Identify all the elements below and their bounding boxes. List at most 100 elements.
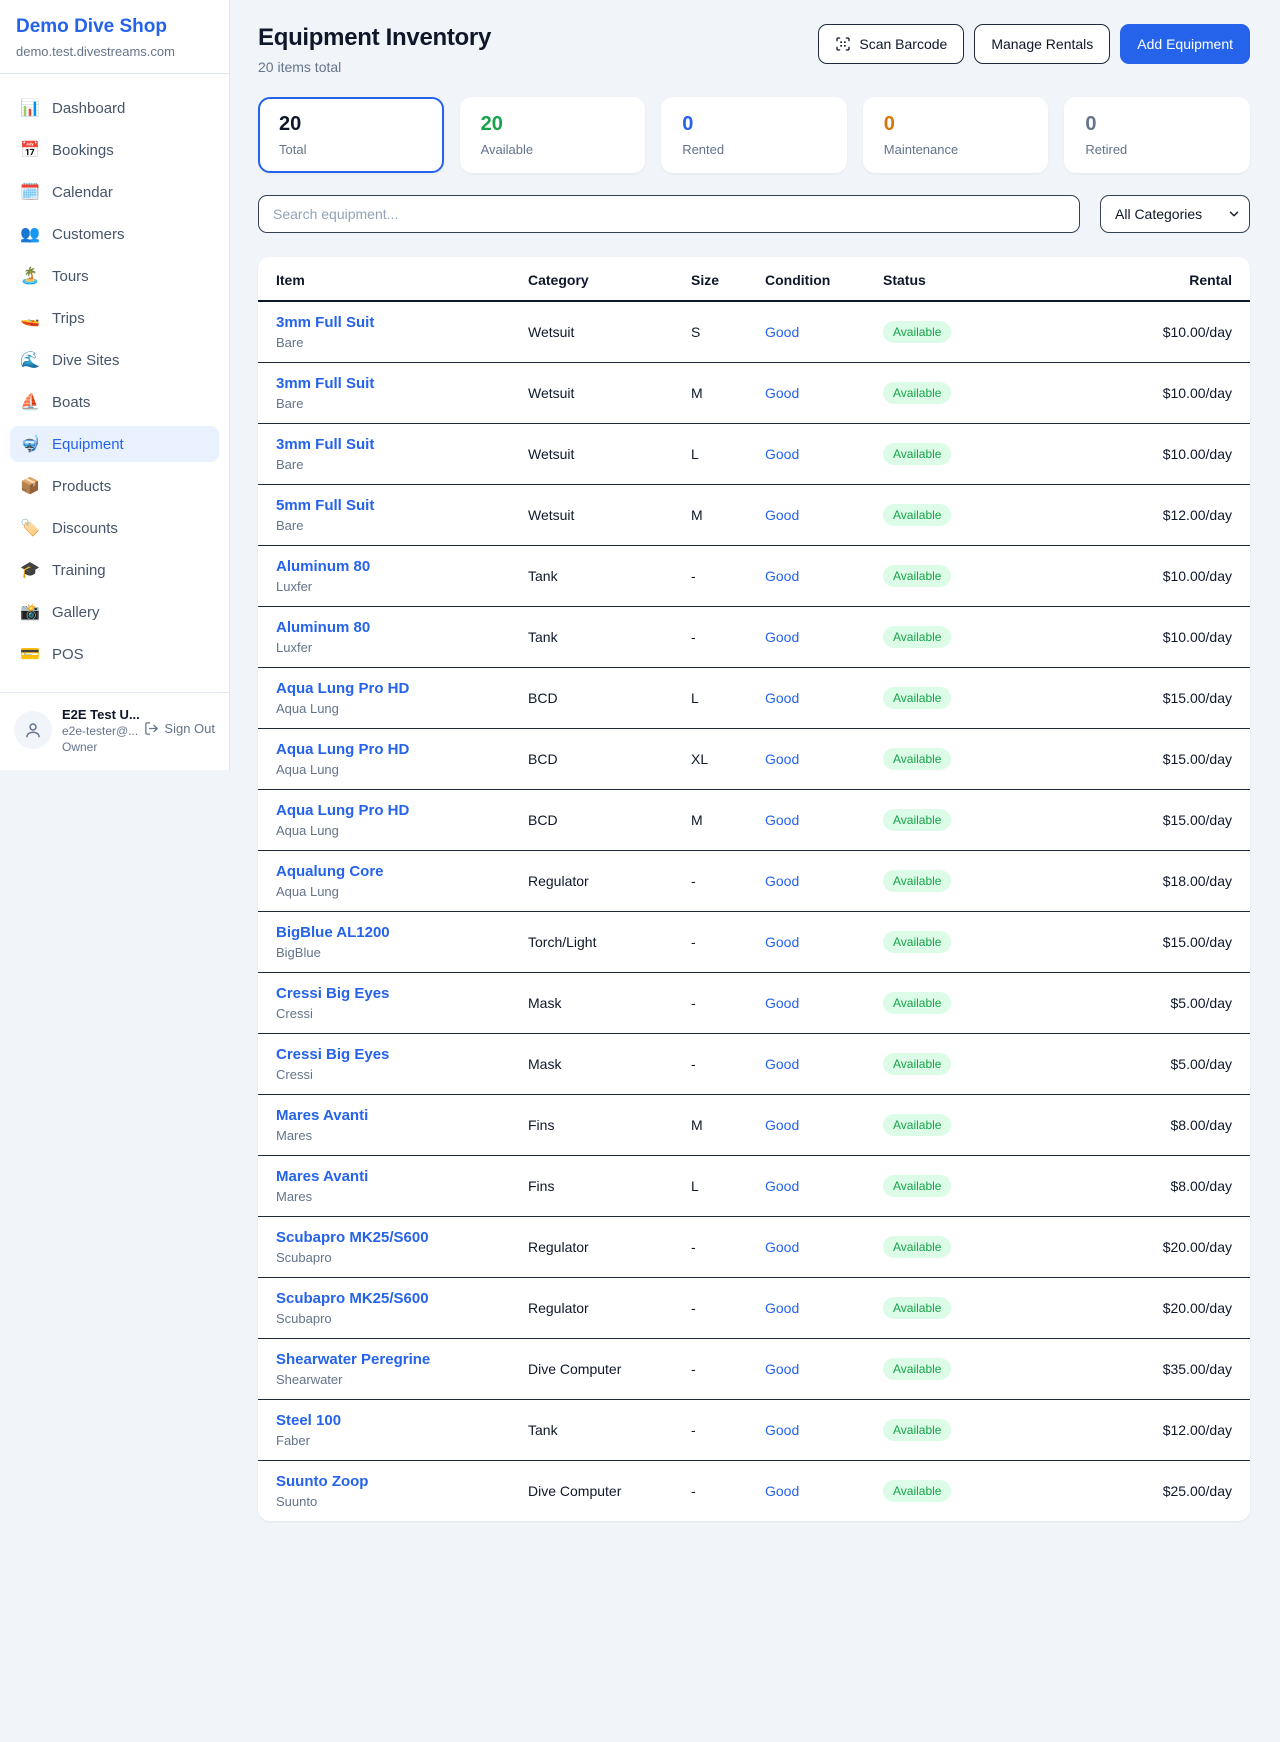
sidebar-item-boats[interactable]: ⛵Boats	[10, 384, 219, 420]
brand-title[interactable]: Demo Dive Shop	[16, 16, 213, 38]
sidebar-item-label: Gallery	[52, 604, 100, 621]
condition-cell: Good	[747, 1400, 865, 1461]
sidebar-item-equipment[interactable]: 🤿Equipment	[10, 426, 219, 462]
item-link[interactable]: 3mm Full Suit	[276, 375, 492, 392]
item-link[interactable]: Scubapro MK25/S600	[276, 1290, 492, 1307]
item-brand: Suunto	[276, 1494, 492, 1509]
item-link[interactable]: Mares Avanti	[276, 1168, 492, 1185]
table-row: Aqua Lung Pro HDAqua LungBCDLGoodAvailab…	[258, 668, 1250, 729]
sidebar-item-trips[interactable]: 🚤Trips	[10, 300, 219, 336]
search-input[interactable]	[258, 195, 1080, 233]
item-cell: Shearwater PeregrineShearwater	[258, 1339, 510, 1400]
item-link[interactable]: 5mm Full Suit	[276, 497, 492, 514]
item-link[interactable]: Aqua Lung Pro HD	[276, 741, 492, 758]
status-badge: Available	[883, 504, 951, 526]
item-link[interactable]: Aqua Lung Pro HD	[276, 802, 492, 819]
condition-link[interactable]: Good	[765, 873, 799, 889]
sign-out-button[interactable]: Sign Out	[144, 721, 215, 736]
condition-link[interactable]: Good	[765, 751, 799, 767]
item-cell: BigBlue AL1200BigBlue	[258, 912, 510, 973]
add-equipment-button[interactable]: Add Equipment	[1120, 24, 1250, 64]
table-row: 3mm Full SuitBareWetsuitLGoodAvailable$1…	[258, 424, 1250, 485]
category-cell: BCD	[510, 790, 673, 851]
item-link[interactable]: Aqualung Core	[276, 863, 492, 880]
size-cell: -	[673, 851, 747, 912]
item-link[interactable]: Scubapro MK25/S600	[276, 1229, 492, 1246]
size-cell: M	[673, 363, 747, 424]
condition-link[interactable]: Good	[765, 446, 799, 462]
item-link[interactable]: Suunto Zoop	[276, 1473, 492, 1490]
size-cell: S	[673, 301, 747, 363]
stat-card-available[interactable]: 20Available	[460, 97, 646, 173]
condition-link[interactable]: Good	[765, 1056, 799, 1072]
stat-card-total[interactable]: 20Total	[258, 97, 444, 173]
status-cell: Available	[865, 851, 1058, 912]
sidebar-item-training[interactable]: 🎓Training	[10, 552, 219, 588]
condition-link[interactable]: Good	[765, 690, 799, 706]
condition-link[interactable]: Good	[765, 568, 799, 584]
condition-link[interactable]: Good	[765, 385, 799, 401]
sidebar-item-calendar[interactable]: 🗓️Calendar	[10, 174, 219, 210]
condition-link[interactable]: Good	[765, 1483, 799, 1499]
item-link[interactable]: 3mm Full Suit	[276, 436, 492, 453]
category-cell: Regulator	[510, 1278, 673, 1339]
item-link[interactable]: Shearwater Peregrine	[276, 1351, 492, 1368]
tours-icon: 🏝️	[20, 266, 40, 286]
condition-link[interactable]: Good	[765, 995, 799, 1011]
manage-rentals-button[interactable]: Manage Rentals	[974, 24, 1110, 64]
scan-barcode-button[interactable]: Scan Barcode	[818, 24, 964, 64]
sidebar-item-discounts[interactable]: 🏷️Discounts	[10, 510, 219, 546]
condition-cell: Good	[747, 973, 865, 1034]
manage-rentals-label: Manage Rentals	[991, 36, 1093, 52]
item-link[interactable]: Mares Avanti	[276, 1107, 492, 1124]
status-cell: Available	[865, 1156, 1058, 1217]
item-link[interactable]: Steel 100	[276, 1412, 492, 1429]
user-meta: E2E Test U... e2e-tester@... Owner	[62, 707, 134, 754]
table-row: Aqualung CoreAqua LungRegulator-GoodAvai…	[258, 851, 1250, 912]
status-cell: Available	[865, 607, 1058, 668]
status-badge: Available	[883, 565, 951, 587]
sidebar-item-dive-sites[interactable]: 🌊Dive Sites	[10, 342, 219, 378]
condition-link[interactable]: Good	[765, 324, 799, 340]
item-link[interactable]: Aluminum 80	[276, 558, 492, 575]
column-header-category: Category	[510, 257, 673, 301]
training-icon: 🎓	[20, 560, 40, 580]
condition-link[interactable]: Good	[765, 1422, 799, 1438]
stat-card-rented[interactable]: 0Rented	[661, 97, 847, 173]
sidebar-item-tours[interactable]: 🏝️Tours	[10, 258, 219, 294]
category-cell: Wetsuit	[510, 363, 673, 424]
sidebar-item-pos[interactable]: 💳POS	[10, 636, 219, 672]
stat-card-maintenance[interactable]: 0Maintenance	[863, 97, 1049, 173]
stat-card-retired[interactable]: 0Retired	[1064, 97, 1250, 173]
category-select[interactable]: All Categories	[1100, 195, 1250, 233]
sidebar-item-gallery[interactable]: 📸Gallery	[10, 594, 219, 630]
condition-link[interactable]: Good	[765, 1117, 799, 1133]
item-cell: Aqua Lung Pro HDAqua Lung	[258, 668, 510, 729]
condition-link[interactable]: Good	[765, 507, 799, 523]
status-badge: Available	[883, 931, 951, 953]
main-content: Equipment Inventory 20 items total Scan …	[230, 0, 1280, 1521]
sidebar-item-products[interactable]: 📦Products	[10, 468, 219, 504]
condition-link[interactable]: Good	[765, 1239, 799, 1255]
size-cell: M	[673, 485, 747, 546]
item-link[interactable]: Aluminum 80	[276, 619, 492, 636]
item-link[interactable]: 3mm Full Suit	[276, 314, 492, 331]
condition-link[interactable]: Good	[765, 1361, 799, 1377]
item-link[interactable]: Cressi Big Eyes	[276, 1046, 492, 1063]
item-link[interactable]: Cressi Big Eyes	[276, 985, 492, 1002]
status-cell: Available	[865, 363, 1058, 424]
item-link[interactable]: Aqua Lung Pro HD	[276, 680, 492, 697]
condition-link[interactable]: Good	[765, 1178, 799, 1194]
sidebar-item-dashboard[interactable]: 📊Dashboard	[10, 90, 219, 126]
item-link[interactable]: BigBlue AL1200	[276, 924, 492, 941]
condition-link[interactable]: Good	[765, 934, 799, 950]
size-cell: -	[673, 1217, 747, 1278]
condition-link[interactable]: Good	[765, 1300, 799, 1316]
sidebar-item-customers[interactable]: 👥Customers	[10, 216, 219, 252]
rental-cell: $35.00/day	[1058, 1339, 1250, 1400]
condition-link[interactable]: Good	[765, 629, 799, 645]
item-cell: Suunto Zoop Suunto	[258, 1461, 510, 1522]
status-cell: Available	[865, 1400, 1058, 1461]
sidebar-item-bookings[interactable]: 📅Bookings	[10, 132, 219, 168]
condition-link[interactable]: Good	[765, 812, 799, 828]
